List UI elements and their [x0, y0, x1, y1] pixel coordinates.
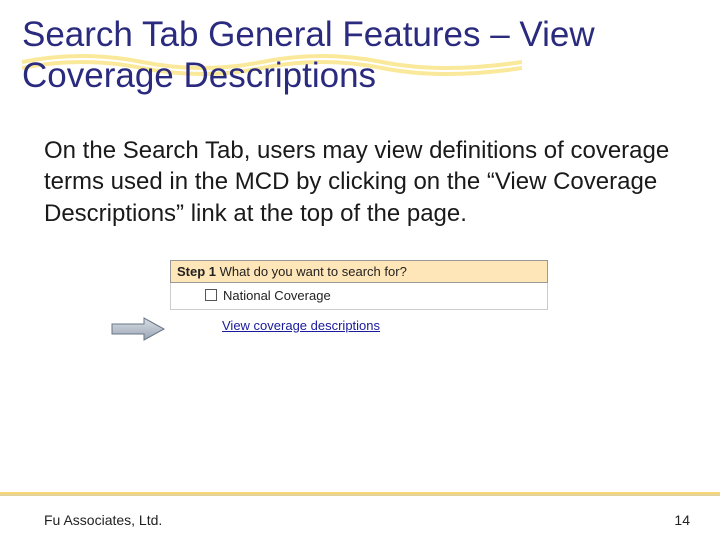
footer: Fu Associates, Ltd. 14	[0, 500, 720, 540]
slide-title: Search Tab General Features – View Cover…	[22, 14, 720, 97]
link-row: View coverage descriptions	[170, 310, 548, 339]
title-area: Search Tab General Features – View Cover…	[0, 0, 720, 107]
step-question: What do you want to search for?	[220, 264, 407, 279]
step-label: Step 1	[177, 264, 216, 279]
body-paragraph: On the Search Tab, users may view defini…	[0, 107, 720, 230]
national-coverage-checkbox[interactable]	[205, 289, 217, 301]
footer-org: Fu Associates, Ltd.	[44, 512, 162, 528]
footer-divider	[0, 492, 720, 496]
slide-number: 14	[674, 512, 690, 528]
national-coverage-label: National Coverage	[223, 288, 331, 303]
screenshot-group: Step 1 What do you want to search for? N…	[170, 260, 550, 339]
view-coverage-descriptions-link[interactable]: View coverage descriptions	[222, 318, 380, 333]
arrow-icon	[110, 315, 166, 348]
national-coverage-row: National Coverage	[170, 283, 548, 310]
step-header: Step 1 What do you want to search for?	[170, 260, 548, 283]
